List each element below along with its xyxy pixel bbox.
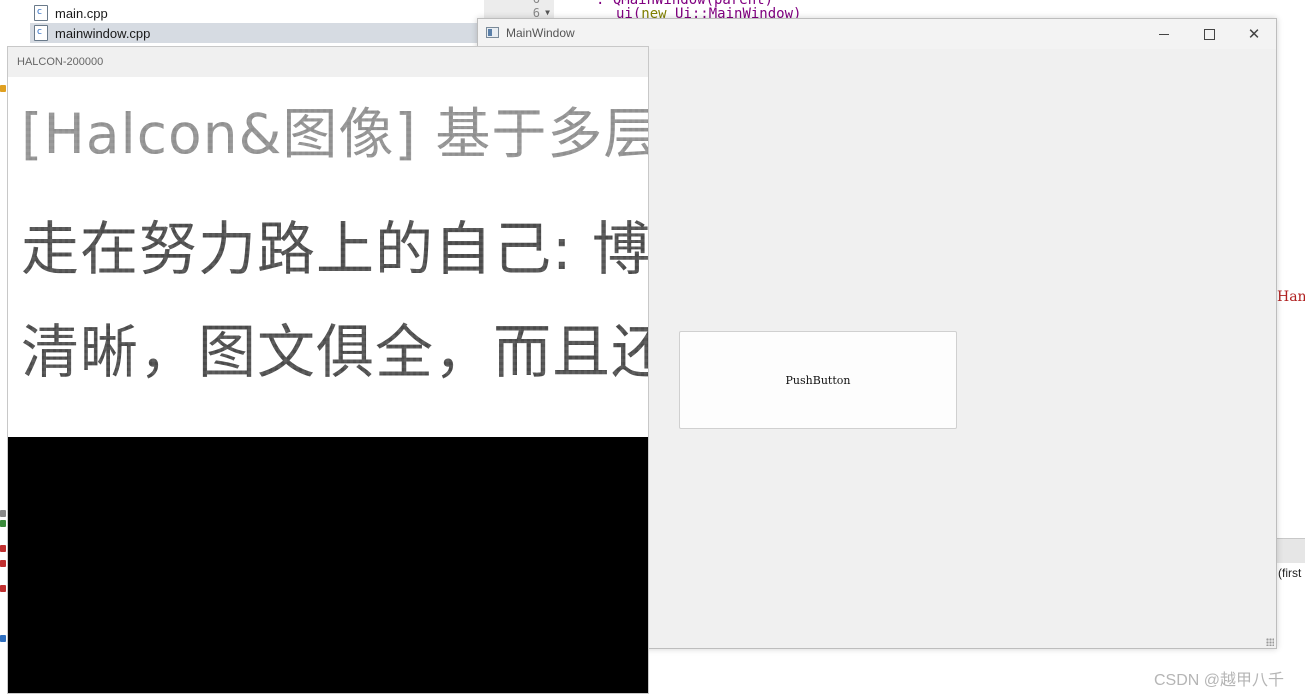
tree-item-main-cpp[interactable]: main.cpp [34, 3, 108, 23]
code-keyword: new [641, 6, 667, 18]
image-text-line: 走在努力路上的自己: 博主的 [21, 215, 648, 283]
folder-icon [0, 85, 6, 92]
push-button[interactable]: PushButton [679, 331, 957, 429]
code-snippet-fragment: Han [1277, 289, 1305, 305]
code-token: Ui::MainWindow) [666, 6, 802, 18]
main-window-titlebar[interactable]: MainWindow ✕ [478, 19, 1276, 49]
halcon-image-display: [Halcon&图像] 基于多层神经 走在努力路上的自己: 博主的 清晰，图文俱… [8, 77, 648, 437]
cpp-file-icon [34, 5, 48, 21]
image-text-line: [Halcon&图像] 基于多层神经 [21, 102, 648, 166]
code-editor[interactable]: : QMainWindow(parent) ui(new Ui::MainWin… [560, 0, 1305, 18]
tool-icon [0, 585, 6, 592]
window-title: HALCON-200000 [17, 56, 104, 68]
halcon-window[interactable]: HALCON-200000 [Halcon&图像] 基于多层神经 走在努力路上的… [7, 46, 649, 694]
project-tree: main.cpp mainwindow.cpp [0, 0, 484, 46]
tool-icon [0, 510, 6, 517]
fold-arrow-icon[interactable]: ▼ [545, 8, 550, 17]
tool-icon [0, 560, 6, 567]
tree-item-label: mainwindow.cpp [55, 25, 151, 41]
cpp-file-icon [34, 25, 48, 41]
tool-icon [0, 545, 6, 552]
close-button[interactable]: ✕ [1231, 19, 1277, 49]
app-window-icon [486, 27, 499, 38]
tree-item-label: main.cpp [55, 5, 108, 21]
resize-grip-icon[interactable] [1266, 638, 1274, 646]
line-number-gutter: 6 6 ▼ [484, 0, 554, 20]
maximize-button[interactable] [1186, 19, 1232, 49]
tree-item-mainwindow-cpp[interactable]: mainwindow.cpp [30, 23, 484, 43]
code-token: ui( [616, 6, 642, 18]
tool-icon [0, 635, 6, 642]
minimize-button[interactable] [1141, 19, 1187, 49]
csdn-watermark: CSDN @越甲八千 [1154, 672, 1285, 689]
output-pane-header [1277, 538, 1305, 563]
window-title: MainWindow [506, 26, 575, 40]
halcon-window-titlebar[interactable]: HALCON-200000 [8, 47, 648, 77]
code-line: ui(new Ui::MainWindow) [616, 6, 801, 18]
output-text-fragment: (first [1278, 566, 1302, 580]
tool-icon [0, 520, 6, 527]
image-text-line: 清晰，图文俱全，而且还有 [21, 318, 648, 386]
